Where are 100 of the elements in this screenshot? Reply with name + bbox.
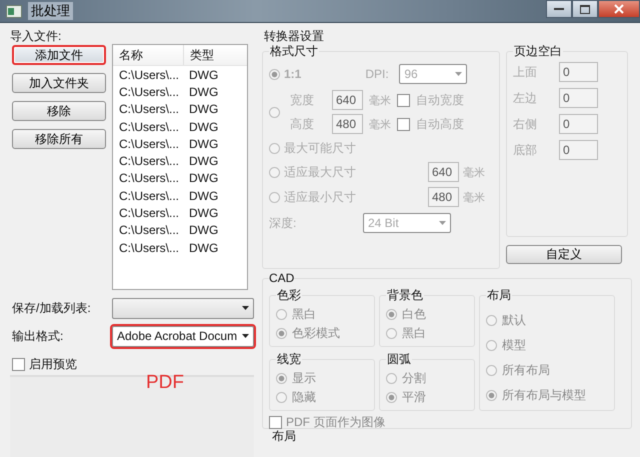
file-path-cell[interactable]: C:\Users\... <box>113 84 183 99</box>
window-title: 批处理 <box>28 2 73 20</box>
group-title: 线宽 <box>276 351 302 368</box>
radio-button[interactable] <box>276 309 287 320</box>
auto-label: 自动高度 <box>416 116 464 132</box>
dpi-label: DPI: <box>365 67 390 81</box>
unit-label: 毫米 <box>463 190 485 204</box>
file-path-cell[interactable]: C:\Users\... <box>113 171 183 186</box>
file-type-cell[interactable]: DWG <box>183 171 218 186</box>
group-title: CAD <box>269 271 294 285</box>
radio-label: 所有布局与模型 <box>502 387 586 404</box>
file-type-cell[interactable]: DWG <box>183 223 218 238</box>
file-type-cell[interactable]: DWG <box>183 206 218 220</box>
output-format-dropdown[interactable]: Adobe Acrobat Docum <box>112 326 254 346</box>
depth-label: 深度: <box>269 214 298 232</box>
file-type-cell[interactable]: DWG <box>183 102 218 116</box>
action-button[interactable]: 移除所有 <box>12 129 106 149</box>
unit-label: 毫米 <box>369 118 391 132</box>
output-format-label: 输出格式: <box>11 328 64 344</box>
radio-button[interactable] <box>486 315 497 326</box>
margin-label: 左边 <box>513 90 538 106</box>
margin-field[interactable]: 0 <box>559 140 598 160</box>
radio-button[interactable] <box>276 392 287 403</box>
margin-field[interactable]: 0 <box>559 62 598 82</box>
radio-button[interactable] <box>276 328 287 339</box>
file-type-cell[interactable]: DWG <box>183 84 218 99</box>
group-title: 圆弧 <box>386 351 412 368</box>
radio-button[interactable] <box>486 365 497 376</box>
group-title: 布局 <box>486 287 512 304</box>
save-list-dropdown[interactable] <box>112 298 254 318</box>
dimension-label: 宽度 <box>290 92 315 108</box>
action-button[interactable]: 移除 <box>12 101 106 121</box>
radio-label: 适应最大尺寸 <box>284 164 357 180</box>
radio-label: 1:1 <box>284 67 302 81</box>
file-path-cell[interactable]: C:\Users\... <box>113 240 183 255</box>
caret-icon <box>242 334 249 338</box>
file-type-cell[interactable]: DWG <box>183 240 218 255</box>
caret-icon <box>439 221 446 225</box>
group-title: 布局 <box>271 430 297 443</box>
column-header[interactable]: 类型 <box>184 46 214 64</box>
converter-settings-label: 转换器设置 <box>264 29 325 43</box>
radio-label: 最大可能尺寸 <box>284 140 356 157</box>
group-title: 背景色 <box>386 287 424 304</box>
margin-label: 右侧 <box>513 116 538 132</box>
radio-button[interactable] <box>276 373 287 384</box>
radio-label: 白色 <box>402 306 426 323</box>
minimize-button[interactable] <box>546 0 572 18</box>
action-button[interactable]: 加入文件夹 <box>12 73 106 93</box>
customize-button[interactable]: 自定义 <box>506 245 622 264</box>
pdf-image-label: PDF 页面作为图像 <box>286 414 386 430</box>
save-list-label: 保存/加载列表: <box>11 300 92 316</box>
file-path-cell[interactable]: C:\Users\... <box>113 154 183 168</box>
file-type-cell[interactable]: DWG <box>183 188 218 203</box>
action-button[interactable]: 添加文件 <box>12 45 106 65</box>
group-title: 页边空白 <box>513 43 563 60</box>
radio-label: 黑白 <box>292 306 316 323</box>
window-icon <box>6 4 22 18</box>
radio-button[interactable] <box>386 328 397 339</box>
radio-button[interactable] <box>386 373 397 384</box>
file-path-cell[interactable]: C:\Users\... <box>113 223 183 238</box>
margin-label: 底部 <box>513 142 538 158</box>
radio-label: 适应最小尺寸 <box>284 188 357 206</box>
radio-button[interactable] <box>486 340 497 351</box>
margin-field[interactable]: 0 <box>559 114 598 134</box>
close-button[interactable] <box>598 0 640 18</box>
group-title: 格式尺寸 <box>269 43 319 60</box>
annotation-text: PDF <box>146 373 184 393</box>
preview-label: 启用预览 <box>29 356 77 373</box>
file-type-cell[interactable]: DWG <box>183 120 218 134</box>
radio-button[interactable] <box>386 309 397 320</box>
minimize-icon <box>554 7 564 11</box>
maximize-button[interactable] <box>572 0 598 18</box>
radio-label: 模型 <box>502 337 526 354</box>
file-path-cell[interactable]: C:\Users\... <box>113 136 183 151</box>
radio-label: 所有布局 <box>502 362 550 379</box>
file-path-cell[interactable]: C:\Users\... <box>113 206 183 220</box>
file-path-cell[interactable]: C:\Users\... <box>113 68 183 82</box>
margin-field[interactable]: 0 <box>559 88 598 108</box>
column-header[interactable]: 名称 <box>113 45 184 65</box>
file-path-cell[interactable]: C:\Users\... <box>113 188 183 203</box>
auto-label: 自动宽度 <box>416 92 464 108</box>
file-path-cell[interactable]: C:\Users\... <box>113 120 183 134</box>
pdf-image-checkbox[interactable] <box>269 416 282 429</box>
file-type-cell[interactable]: DWG <box>183 136 218 151</box>
radio-label: 默认 <box>502 312 526 329</box>
radio-label: 色彩模式 <box>292 325 340 342</box>
file-type-cell[interactable]: DWG <box>183 154 218 168</box>
radio-button[interactable] <box>386 392 397 403</box>
file-type-cell[interactable]: DWG <box>183 68 218 82</box>
preview-checkbox[interactable] <box>12 358 25 371</box>
unit-label: 毫米 <box>369 94 391 108</box>
radio-label: 隐藏 <box>292 389 316 406</box>
radio-label: 分割 <box>402 370 426 387</box>
unit-label: 毫米 <box>463 166 485 180</box>
radio-label: 黑白 <box>402 325 426 342</box>
dimension-label: 高度 <box>290 116 315 132</box>
file-path-cell[interactable]: C:\Users\... <box>113 102 183 116</box>
margin-label: 上面 <box>513 64 538 80</box>
radio-label: 平滑 <box>402 389 426 406</box>
radio-button[interactable] <box>486 390 497 401</box>
